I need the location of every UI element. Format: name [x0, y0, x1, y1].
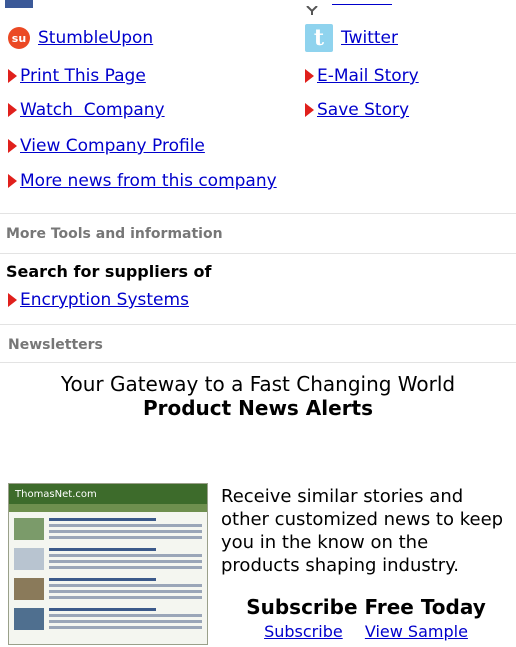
newsletter-title: Product News Alerts	[142, 396, 374, 420]
search-suppliers-label: Search for suppliers of	[6, 262, 212, 281]
save-story-link[interactable]: Save Story	[317, 100, 409, 120]
view-sample-link[interactable]: View Sample	[365, 622, 468, 641]
newsletters-heading: Newsletters	[8, 337, 103, 353]
print-page-action[interactable]: Print This Page	[8, 66, 146, 86]
divider	[0, 324, 516, 325]
encryption-systems-link[interactable]: Encryption Systems	[20, 290, 189, 310]
print-page-link[interactable]: Print This Page	[20, 66, 146, 86]
email-story-action[interactable]: E-Mail Story	[305, 66, 419, 86]
email-story-link[interactable]: E-Mail Story	[317, 66, 419, 86]
divider	[0, 213, 516, 214]
watch-company-action[interactable]: Watch Company	[8, 100, 165, 120]
watch-company-link[interactable]: Watch Company	[20, 100, 165, 120]
arrow-right-icon	[8, 139, 17, 153]
arrow-right-icon	[8, 174, 17, 188]
stumbleupon-link[interactable]: StumbleUpon	[38, 28, 153, 48]
arrow-right-icon	[8, 293, 17, 307]
thumbnail-brand: ThomasNet.com	[15, 488, 97, 500]
newsletter-sample-thumbnail[interactable]: ThomasNet.com	[8, 483, 208, 645]
more-news-link[interactable]: More news from this company	[20, 171, 277, 191]
newsletter-tagline: Your Gateway to a Fast Changing World	[60, 372, 456, 396]
more-news-action[interactable]: More news from this company	[8, 171, 277, 191]
company-profile-action[interactable]: View Company Profile	[8, 136, 205, 156]
twitter-icon: t	[305, 24, 333, 52]
newsletter-description: Receive similar stories and other custom…	[221, 486, 504, 576]
company-profile-link[interactable]: View Company Profile	[20, 136, 205, 156]
arrow-right-icon	[305, 69, 314, 83]
arrow-right-icon	[305, 103, 314, 117]
stumbleupon-icon: su	[8, 27, 30, 49]
arrow-right-icon	[8, 69, 17, 83]
twitter-link[interactable]: Twitter	[341, 28, 398, 48]
divider	[0, 253, 516, 254]
subscribe-link[interactable]: Subscribe	[264, 622, 343, 641]
divider	[0, 362, 516, 363]
twitter-share[interactable]: t Twitter	[305, 24, 398, 52]
facebook-icon[interactable]	[5, 0, 33, 8]
subscribe-heading: Subscribe Free Today	[246, 595, 486, 619]
supplier-category-action[interactable]: Encryption Systems	[8, 290, 189, 310]
save-story-action[interactable]: Save Story	[305, 100, 409, 120]
stumbleupon-share[interactable]: su StumbleUpon	[8, 27, 153, 49]
yahoo-icon[interactable]	[306, 0, 328, 15]
more-tools-heading: More Tools and information	[6, 226, 223, 242]
arrow-right-icon	[8, 103, 17, 117]
